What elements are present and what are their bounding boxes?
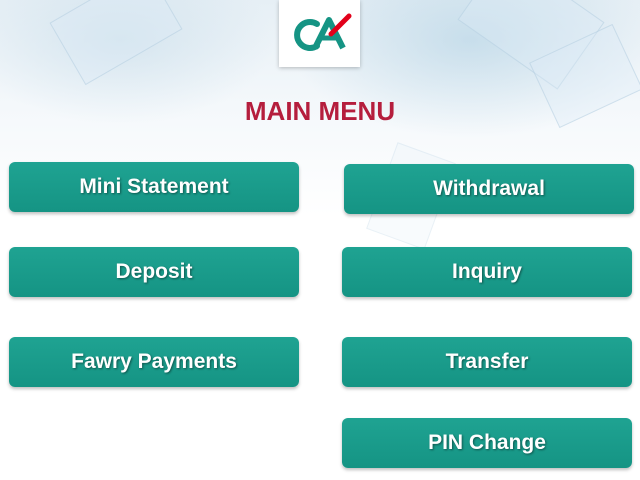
background-decoration bbox=[49, 0, 183, 86]
button-label: Inquiry bbox=[451, 260, 522, 283]
button-label: PIN Change bbox=[428, 431, 546, 454]
button-label: Transfer bbox=[445, 350, 529, 373]
inquiry-button[interactable]: Inquiry bbox=[342, 247, 632, 297]
button-label: Withdrawal bbox=[433, 177, 545, 200]
button-label: Mini Statement bbox=[79, 175, 229, 198]
credit-agricole-logo-icon bbox=[293, 13, 351, 51]
background bbox=[0, 0, 640, 480]
deposit-button[interactable]: Deposit bbox=[9, 247, 299, 297]
page-title: MAIN MENU bbox=[244, 96, 396, 126]
button-label: Fawry Payments bbox=[71, 350, 237, 373]
mini-statement-button[interactable]: Mini Statement bbox=[9, 162, 299, 212]
button-label: Deposit bbox=[115, 260, 193, 283]
transfer-button[interactable]: Transfer bbox=[342, 337, 632, 387]
bank-logo bbox=[279, 0, 360, 67]
fawry-payments-button[interactable]: Fawry Payments bbox=[9, 337, 299, 387]
pin-change-button[interactable]: PIN Change bbox=[342, 418, 632, 468]
withdrawal-button[interactable]: Withdrawal bbox=[344, 164, 634, 214]
